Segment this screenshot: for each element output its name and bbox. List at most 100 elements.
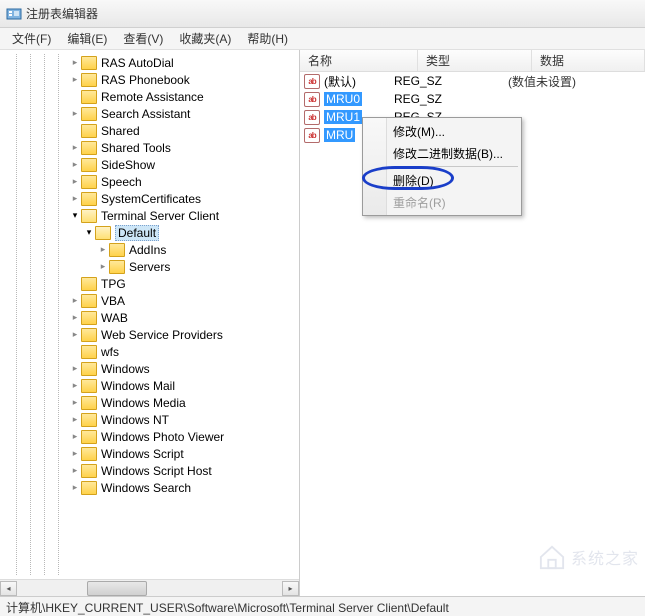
- tree-item[interactable]: Shared: [0, 122, 299, 139]
- tree-item[interactable]: Terminal Server Client: [0, 207, 299, 224]
- tree-label: Servers: [129, 260, 170, 274]
- tree-item[interactable]: Windows Script Host: [0, 462, 299, 479]
- expand-icon[interactable]: [70, 313, 80, 323]
- menu-view[interactable]: 查看(V): [115, 28, 171, 49]
- tree-item[interactable]: AddIns: [0, 241, 299, 258]
- cm-modify[interactable]: 修改(M)...: [365, 120, 519, 142]
- menu-favorites[interactable]: 收藏夹(A): [171, 28, 239, 49]
- tree-item[interactable]: Search Assistant: [0, 105, 299, 122]
- tree-label: Windows Search: [101, 481, 191, 495]
- tree-item[interactable]: Remote Assistance: [0, 88, 299, 105]
- expand-icon[interactable]: [70, 483, 80, 493]
- tree-item[interactable]: Windows Mail: [0, 377, 299, 394]
- folder-icon: [81, 311, 97, 325]
- folder-icon: [81, 396, 97, 410]
- tree-item[interactable]: RAS Phonebook: [0, 71, 299, 88]
- tree-item[interactable]: Speech: [0, 173, 299, 190]
- tree-item[interactable]: Windows: [0, 360, 299, 377]
- folder-icon: [81, 175, 97, 189]
- tree-label: WAB: [101, 311, 128, 325]
- value-name: MRU0: [324, 92, 362, 106]
- scroll-track[interactable]: [17, 581, 282, 596]
- scroll-thumb[interactable]: [87, 581, 147, 596]
- menu-help[interactable]: 帮助(H): [239, 28, 296, 49]
- expand-icon[interactable]: [70, 432, 80, 442]
- reg-string-icon: ab: [304, 74, 320, 89]
- expand-icon[interactable]: [70, 109, 80, 119]
- tree-label: Default: [115, 225, 159, 241]
- expand-icon[interactable]: [70, 296, 80, 306]
- expand-icon[interactable]: [70, 466, 80, 476]
- expand-icon[interactable]: [70, 75, 80, 85]
- col-header-type[interactable]: 类型: [418, 50, 532, 71]
- menu-file[interactable]: 文件(F): [4, 28, 59, 49]
- expand-icon[interactable]: [70, 415, 80, 425]
- menu-edit[interactable]: 编辑(E): [59, 28, 115, 49]
- tree-label: Speech: [101, 175, 142, 189]
- tree-label: Windows Script Host: [101, 464, 212, 478]
- registry-tree[interactable]: RAS AutoDialRAS PhonebookRemote Assistan…: [0, 50, 299, 500]
- expand-icon[interactable]: [70, 160, 80, 170]
- folder-icon: [81, 362, 97, 376]
- tree-item[interactable]: Windows Photo Viewer: [0, 428, 299, 445]
- col-header-name[interactable]: 名称: [300, 50, 418, 71]
- tree-label: Web Service Providers: [101, 328, 223, 342]
- value-name: (默认): [324, 73, 356, 90]
- tree-item[interactable]: WAB: [0, 309, 299, 326]
- tree-label: Shared: [101, 124, 140, 138]
- expand-icon[interactable]: [70, 194, 80, 204]
- folder-icon: [81, 413, 97, 427]
- col-header-data[interactable]: 数据: [532, 50, 645, 71]
- expand-icon[interactable]: [70, 58, 80, 68]
- value-type: REG_SZ: [394, 92, 508, 106]
- tree-item[interactable]: Windows Search: [0, 479, 299, 496]
- expand-icon[interactable]: [84, 228, 94, 238]
- tree-item[interactable]: Windows Script: [0, 445, 299, 462]
- folder-icon: [81, 447, 97, 461]
- tree-item[interactable]: Default: [0, 224, 299, 241]
- tree-item[interactable]: Web Service Providers: [0, 326, 299, 343]
- main-split: RAS AutoDialRAS PhonebookRemote Assistan…: [0, 50, 645, 596]
- tree-item[interactable]: Windows Media: [0, 394, 299, 411]
- tree-item[interactable]: Windows NT: [0, 411, 299, 428]
- value-data: (数值未设置): [508, 73, 645, 90]
- tree-item[interactable]: Shared Tools: [0, 139, 299, 156]
- tree-label: VBA: [101, 294, 125, 308]
- folder-icon: [81, 124, 97, 138]
- folder-icon: [81, 464, 97, 478]
- value-row[interactable]: ab (默认) REG_SZ(数值未设置): [300, 72, 645, 90]
- tree-hscrollbar[interactable]: ◂ ▸: [0, 579, 299, 596]
- expand-icon[interactable]: [70, 364, 80, 374]
- tree-item[interactable]: VBA: [0, 292, 299, 309]
- tree-label: SystemCertificates: [101, 192, 201, 206]
- folder-icon: [81, 209, 97, 223]
- value-name: MRU: [324, 128, 355, 142]
- expand-icon[interactable]: [70, 381, 80, 391]
- expand-icon[interactable]: [98, 245, 108, 255]
- expand-icon[interactable]: [98, 262, 108, 272]
- tree-item[interactable]: SideShow: [0, 156, 299, 173]
- tree-label: Windows Script: [101, 447, 184, 461]
- tree-item[interactable]: TPG: [0, 275, 299, 292]
- tree-label: Windows NT: [101, 413, 169, 427]
- expand-icon[interactable]: [70, 449, 80, 459]
- expand-icon[interactable]: [70, 211, 80, 221]
- cm-modify-binary[interactable]: 修改二进制数据(B)...: [365, 142, 519, 164]
- expand-icon: [70, 279, 80, 289]
- tree-item[interactable]: RAS AutoDial: [0, 54, 299, 71]
- scroll-left-button[interactable]: ◂: [0, 581, 17, 596]
- values-header: 名称 类型 数据: [300, 50, 645, 72]
- expand-icon[interactable]: [70, 398, 80, 408]
- regedit-icon: [6, 6, 22, 22]
- tree-item[interactable]: SystemCertificates: [0, 190, 299, 207]
- value-row[interactable]: abMRU0REG_SZ: [300, 90, 645, 108]
- expand-icon[interactable]: [70, 143, 80, 153]
- expand-icon[interactable]: [70, 330, 80, 340]
- window-title: 注册表编辑器: [26, 5, 98, 22]
- expand-icon[interactable]: [70, 177, 80, 187]
- value-type: REG_SZ: [394, 74, 508, 88]
- tree-item[interactable]: wfs: [0, 343, 299, 360]
- tree-label: SideShow: [101, 158, 155, 172]
- scroll-right-button[interactable]: ▸: [282, 581, 299, 596]
- tree-item[interactable]: Servers: [0, 258, 299, 275]
